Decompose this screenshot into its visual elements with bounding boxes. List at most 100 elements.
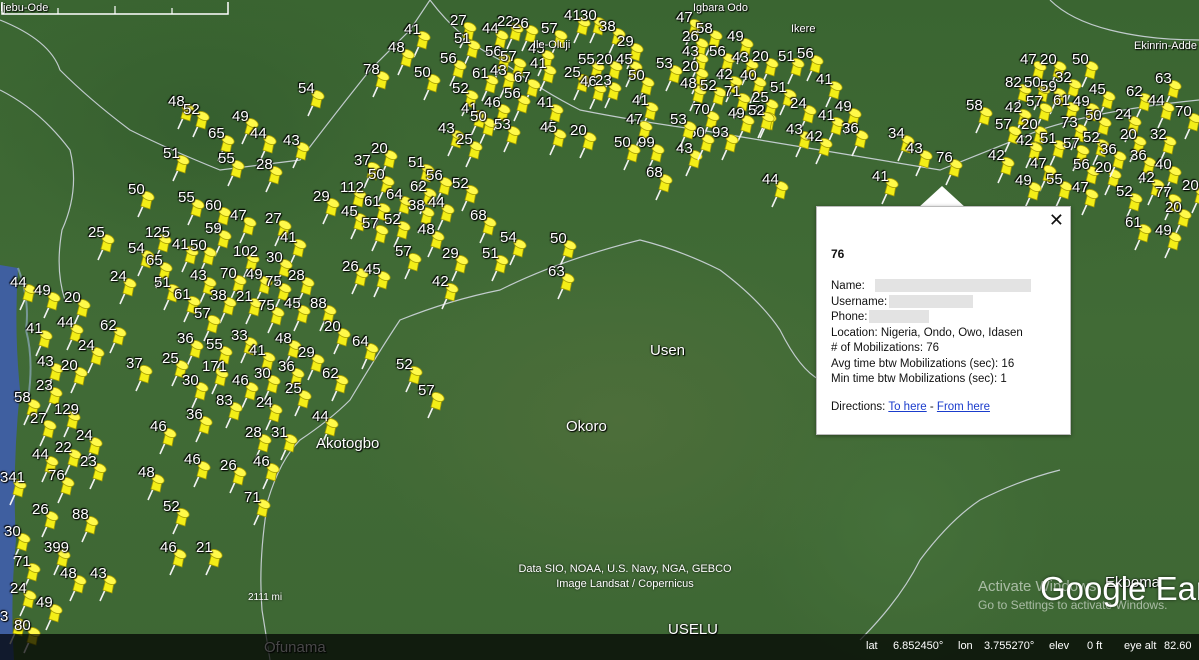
placemark-label[interactable]: 43: [190, 268, 207, 283]
placemark-label[interactable]: 51: [1040, 131, 1057, 146]
placemark-label[interactable]: 64: [386, 187, 403, 202]
placemark-label[interactable]: 26: [512, 16, 529, 31]
placemark-label[interactable]: 50: [1024, 75, 1041, 90]
placemark-label[interactable]: 45: [341, 204, 358, 219]
placemark-label[interactable]: 77: [1155, 185, 1172, 200]
placemark-label[interactable]: 341: [0, 470, 25, 485]
placemark-label[interactable]: 44: [762, 172, 779, 187]
placemark-label[interactable]: 58: [14, 390, 31, 405]
placemark-label[interactable]: 30: [266, 250, 283, 265]
placemark-label[interactable]: 36: [842, 121, 859, 136]
close-icon[interactable]: ✕: [1049, 211, 1064, 229]
placemark-label[interactable]: 50: [550, 231, 567, 246]
placemark-label[interactable]: 65: [146, 253, 163, 268]
placemark-label[interactable]: 55: [1046, 172, 1063, 187]
placemark-label[interactable]: 41: [249, 343, 266, 358]
placemark-label[interactable]: 27: [450, 13, 467, 28]
placemark-label[interactable]: 50: [190, 238, 207, 253]
placemark-label[interactable]: 36: [1130, 148, 1147, 163]
placemark-label[interactable]: 24: [1115, 107, 1132, 122]
placemark-label[interactable]: 41: [537, 95, 554, 110]
placemark-label[interactable]: 63: [548, 264, 565, 279]
placemark-label[interactable]: 51: [454, 31, 471, 46]
placemark-label[interactable]: 44: [250, 126, 267, 141]
placemark-label[interactable]: 93: [712, 125, 729, 140]
placemark-label[interactable]: 62: [1126, 84, 1143, 99]
placemark-label[interactable]: 43: [90, 566, 107, 581]
placemark-label[interactable]: 20: [371, 141, 388, 156]
placemark-label[interactable]: 51: [770, 80, 787, 95]
placemark-label[interactable]: 38: [210, 288, 227, 303]
placemark-label[interactable]: 21: [236, 289, 253, 304]
placemark-label[interactable]: 83: [216, 393, 233, 408]
placemark-label[interactable]: 55: [218, 151, 235, 166]
placemark-label[interactable]: 24: [78, 338, 95, 353]
placemark-label[interactable]: 24: [256, 395, 273, 410]
placemark-label[interactable]: 71: [724, 84, 741, 99]
placemark-label[interactable]: 26: [220, 458, 237, 473]
placemark-label[interactable]: 43: [37, 354, 54, 369]
placemark-label[interactable]: 75: [258, 298, 275, 313]
placemark-label[interactable]: 73: [1061, 115, 1078, 130]
placemark-label[interactable]: 62: [322, 366, 339, 381]
placemark-label[interactable]: 50: [470, 109, 487, 124]
from-here-link[interactable]: From here: [937, 401, 990, 413]
placemark-label[interactable]: 28: [256, 157, 273, 172]
placemark-label[interactable]: 99: [638, 135, 655, 150]
placemark-label[interactable]: 45: [364, 262, 381, 277]
placemark-label[interactable]: 41: [280, 230, 297, 245]
placemark-label[interactable]: 57: [1063, 136, 1080, 151]
placemark-label[interactable]: 49: [727, 29, 744, 44]
placemark-label[interactable]: 57: [362, 216, 379, 231]
placemark-label[interactable]: 49: [1015, 173, 1032, 188]
placemark-label[interactable]: 38: [408, 198, 425, 213]
placemark-label[interactable]: 61: [1125, 215, 1142, 230]
placemark-label[interactable]: 45: [616, 52, 633, 67]
placemark-label[interactable]: 42: [988, 148, 1005, 163]
placemark-label[interactable]: 22: [55, 440, 72, 455]
placemark-label[interactable]: 41: [632, 93, 649, 108]
placemark-label[interactable]: 49: [36, 595, 53, 610]
placemark-label[interactable]: 3: [0, 609, 8, 624]
placemark-label[interactable]: 88: [72, 507, 89, 522]
placemark-label[interactable]: 52: [384, 212, 401, 227]
placemark-label[interactable]: 61: [1053, 93, 1070, 108]
placemark-label[interactable]: 62: [100, 318, 117, 333]
placemark-label[interactable]: 65: [208, 126, 225, 141]
placemark-label[interactable]: 42: [806, 129, 823, 144]
placemark-label[interactable]: 43: [438, 121, 455, 136]
placemark-label[interactable]: 44: [312, 409, 329, 424]
placemark-label[interactable]: 46: [232, 373, 249, 388]
placemark-label[interactable]: 70: [693, 102, 710, 117]
placemark-label[interactable]: 52: [396, 357, 413, 372]
placemark-label[interactable]: 50: [628, 68, 645, 83]
placemark-label[interactable]: 129: [54, 402, 79, 417]
placemark-label[interactable]: 43: [732, 50, 749, 65]
placemark-label[interactable]: 52: [452, 176, 469, 191]
placemark-label[interactable]: 36: [177, 331, 194, 346]
placemark-label[interactable]: 45: [284, 296, 301, 311]
placemark-label[interactable]: 26: [682, 29, 699, 44]
placemark-label[interactable]: 47: [1030, 156, 1047, 171]
placemark-label[interactable]: 54: [298, 81, 315, 96]
placemark-label[interactable]: 48: [275, 331, 292, 346]
to-here-link[interactable]: To here: [888, 401, 926, 413]
placemark-label[interactable]: 50: [1072, 52, 1089, 67]
placemark-label[interactable]: 50: [1085, 108, 1102, 123]
placemark-label[interactable]: 26: [32, 502, 49, 517]
placemark-label[interactable]: 53: [656, 56, 673, 71]
placemark-label[interactable]: 23: [36, 378, 53, 393]
placemark-label[interactable]: 76: [48, 468, 65, 483]
placemark-label[interactable]: 20: [1165, 200, 1182, 215]
placemark-label[interactable]: 50: [614, 135, 631, 150]
placemark-label[interactable]: 20: [1021, 117, 1038, 132]
placemark-label[interactable]: 399: [44, 540, 69, 555]
placemark-label[interactable]: 51: [482, 246, 499, 261]
placemark-label[interactable]: 29: [617, 34, 634, 49]
placemark-label[interactable]: 29: [298, 345, 315, 360]
placemark-label[interactable]: 75: [265, 274, 282, 289]
placemark-label[interactable]: 44: [32, 447, 49, 462]
placemark-label[interactable]: 41: [26, 321, 43, 336]
placemark-label[interactable]: 30: [580, 8, 597, 23]
placemark-label[interactable]: 82: [1005, 75, 1022, 90]
